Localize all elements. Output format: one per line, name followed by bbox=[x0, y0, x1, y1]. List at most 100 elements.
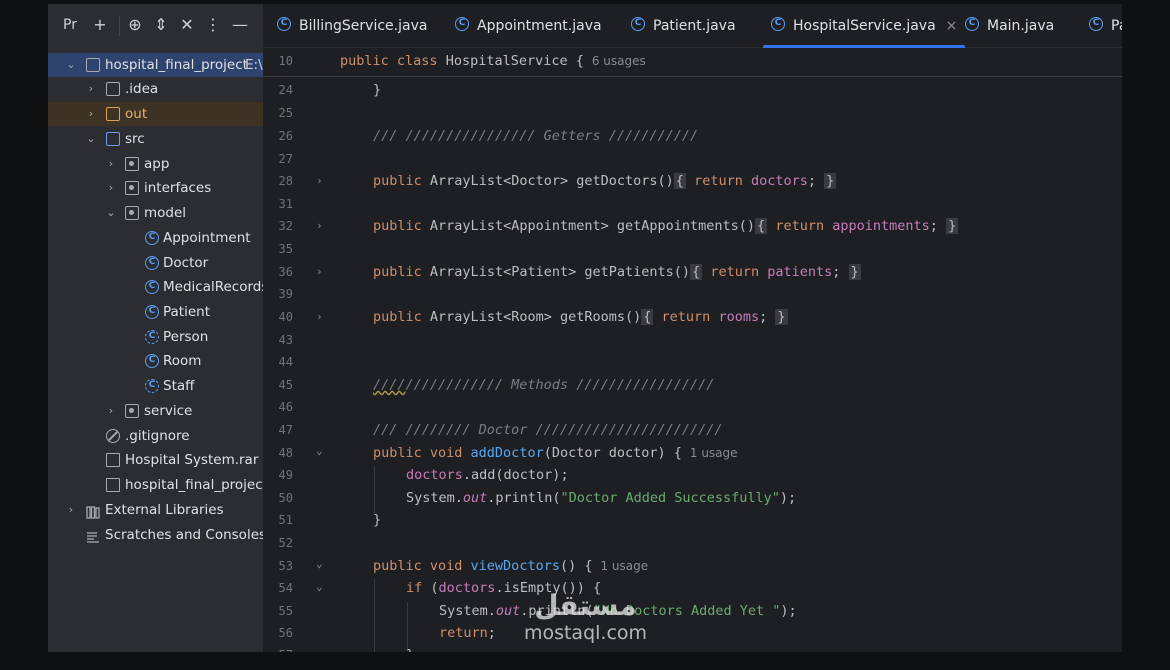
tree-item-label: MedicalRecords bbox=[163, 279, 263, 295]
folded-brace[interactable]: { bbox=[755, 218, 768, 234]
abstract-class-icon: C bbox=[145, 379, 159, 393]
tab-label: Appointment.java bbox=[477, 18, 602, 34]
new-file-icon[interactable]: + bbox=[90, 14, 110, 36]
fold-expand-icon[interactable]: › bbox=[316, 265, 323, 278]
line-number: 39 bbox=[278, 287, 293, 301]
usages-hint[interactable]: 6 usages bbox=[592, 54, 646, 68]
method-params: (Doctor doctor) { bbox=[543, 445, 682, 461]
code-editor[interactable]: 10 public class HospitalService {6 usage… bbox=[263, 48, 1122, 652]
chevron-down-icon[interactable]: ⌄ bbox=[105, 201, 117, 225]
code-line: public ArrayList<Appointment> getAppoint… bbox=[373, 218, 959, 234]
tree-item-label: Appointment bbox=[163, 230, 251, 246]
tree-item-patient[interactable]: C Patient bbox=[48, 300, 263, 324]
folded-brace[interactable]: { bbox=[690, 264, 703, 280]
field-name: rooms bbox=[718, 309, 760, 325]
tab-label: Patient.java bbox=[653, 18, 736, 34]
tree-item-doctor[interactable]: C Doctor bbox=[48, 251, 263, 275]
chevron-right-icon[interactable]: › bbox=[105, 152, 117, 176]
tab-patient[interactable]: C Patient.java bbox=[631, 4, 736, 48]
tree-item-rar[interactable]: Hospital System.rar bbox=[48, 448, 263, 472]
line-number: 48 bbox=[278, 446, 293, 460]
typo-highlight[interactable]: //// bbox=[373, 377, 406, 393]
tab-appointment[interactable]: C Appointment.java bbox=[455, 4, 602, 48]
keyword: public bbox=[373, 309, 422, 325]
tree-item-label: interfaces bbox=[144, 180, 212, 196]
tree-item-service[interactable]: › service bbox=[48, 399, 263, 423]
tree-item-person[interactable]: C Person bbox=[48, 325, 263, 349]
package-icon bbox=[125, 404, 139, 418]
code-line: public ArrayList<Room> getRooms(){ retur… bbox=[373, 309, 788, 325]
class-icon: C bbox=[455, 17, 469, 31]
hide-panel-icon[interactable]: — bbox=[230, 14, 250, 36]
folded-brace[interactable]: } bbox=[824, 173, 837, 189]
tree-item-medicalrecords[interactable]: C MedicalRecords bbox=[48, 275, 263, 299]
method-call: .add(doctor); bbox=[462, 467, 569, 483]
class-icon: C bbox=[965, 17, 979, 31]
close-tab-icon[interactable]: × bbox=[946, 4, 958, 48]
chevron-down-icon[interactable]: ⌄ bbox=[65, 53, 77, 77]
chevron-right-icon[interactable]: › bbox=[105, 399, 117, 423]
code-line: System.out.println("Doctor Added Success… bbox=[406, 490, 796, 506]
tree-item-model[interactable]: ⌄ model bbox=[48, 201, 263, 225]
chevron-right-icon[interactable]: › bbox=[85, 77, 97, 101]
abstract-class-icon: C bbox=[145, 330, 159, 344]
field-name: doctors bbox=[406, 467, 463, 483]
chevron-right-icon[interactable]: › bbox=[105, 176, 117, 200]
folded-brace[interactable]: } bbox=[848, 264, 861, 280]
fold-collapse-icon[interactable]: ⌄ bbox=[316, 557, 323, 570]
fold-expand-icon[interactable]: › bbox=[316, 219, 323, 232]
class-ref: System. bbox=[439, 603, 496, 619]
folded-brace[interactable]: { bbox=[673, 173, 686, 189]
tab-hospitalservice[interactable]: C HospitalService.java × bbox=[762, 4, 966, 48]
fold-collapse-icon[interactable]: ⌄ bbox=[316, 444, 323, 457]
static-field: out bbox=[462, 490, 488, 506]
usages-hint[interactable]: 1 usage bbox=[600, 559, 648, 573]
project-panel-title[interactable]: Pr bbox=[63, 17, 77, 33]
usages-hint[interactable]: 1 usage bbox=[690, 446, 738, 460]
tree-item-gitignore[interactable]: .gitignore bbox=[48, 424, 263, 448]
chevron-right-icon[interactable]: › bbox=[65, 498, 77, 522]
tree-item-interfaces[interactable]: › interfaces bbox=[48, 176, 263, 200]
folded-brace[interactable]: } bbox=[775, 309, 788, 325]
folded-brace[interactable]: { bbox=[641, 309, 654, 325]
tab-pa[interactable]: C Pa bbox=[1089, 4, 1122, 48]
type-name: ArrayList<Appointment> bbox=[429, 218, 609, 234]
chevron-right-icon[interactable]: › bbox=[85, 102, 97, 126]
line-number: 50 bbox=[278, 491, 293, 505]
class-icon: C bbox=[145, 280, 159, 294]
expand-all-icon[interactable]: ⇕ bbox=[151, 14, 171, 36]
tree-item-out[interactable]: › out bbox=[48, 102, 263, 126]
options-icon[interactable]: ⋮ bbox=[203, 14, 223, 36]
tree-item-appointment[interactable]: C Appointment bbox=[48, 226, 263, 250]
tree-item-room[interactable]: C Room bbox=[48, 349, 263, 373]
tree-item-external-libraries[interactable]: › External Libraries bbox=[48, 498, 263, 522]
tree-item-iml[interactable]: hospital_final_project. bbox=[48, 473, 263, 497]
tree-item-idea[interactable]: › .idea bbox=[48, 77, 263, 101]
sticky-class-header[interactable]: 10 public class HospitalService {6 usage… bbox=[263, 48, 1122, 77]
line-number: 36 bbox=[278, 265, 293, 279]
module-file-icon bbox=[106, 478, 120, 492]
tree-item-label: service bbox=[144, 403, 193, 419]
line-number: 27 bbox=[278, 152, 293, 166]
code-line: public void viewDoctors() {1 usage bbox=[373, 558, 648, 574]
tree-item-label: out bbox=[125, 106, 148, 122]
collapse-all-icon[interactable]: ✕ bbox=[177, 14, 197, 36]
tree-item-app[interactable]: › app bbox=[48, 152, 263, 176]
tab-main[interactable]: C Main.java bbox=[965, 4, 1054, 48]
tree-item-staff[interactable]: C Staff bbox=[48, 374, 263, 398]
chevron-down-icon[interactable]: ⌄ bbox=[85, 127, 97, 151]
method-name: getRooms() bbox=[559, 309, 642, 325]
fold-expand-icon[interactable]: › bbox=[316, 174, 323, 187]
tree-item-src[interactable]: ⌄ src bbox=[48, 127, 263, 151]
folder-icon bbox=[106, 82, 120, 96]
ide-window: Pr + ⊕ ⇕ ✕ ⋮ — ⌄ hospital_final_project … bbox=[48, 4, 1122, 652]
tab-billingservice[interactable]: C BillingService.java bbox=[277, 4, 427, 48]
fold-expand-icon[interactable]: › bbox=[316, 310, 323, 323]
folded-brace[interactable]: } bbox=[946, 218, 959, 234]
code-line: public void addDoctor(Doctor doctor) {1 … bbox=[373, 445, 738, 461]
tree-item-project-root[interactable]: ⌄ hospital_final_project E:\ bbox=[48, 53, 263, 77]
locate-file-icon[interactable]: ⊕ bbox=[125, 14, 145, 36]
tree-item-scratches[interactable]: Scratches and Consoles bbox=[48, 523, 263, 547]
tree-item-label: app bbox=[144, 156, 170, 172]
fold-collapse-icon[interactable]: ⌄ bbox=[316, 580, 323, 593]
